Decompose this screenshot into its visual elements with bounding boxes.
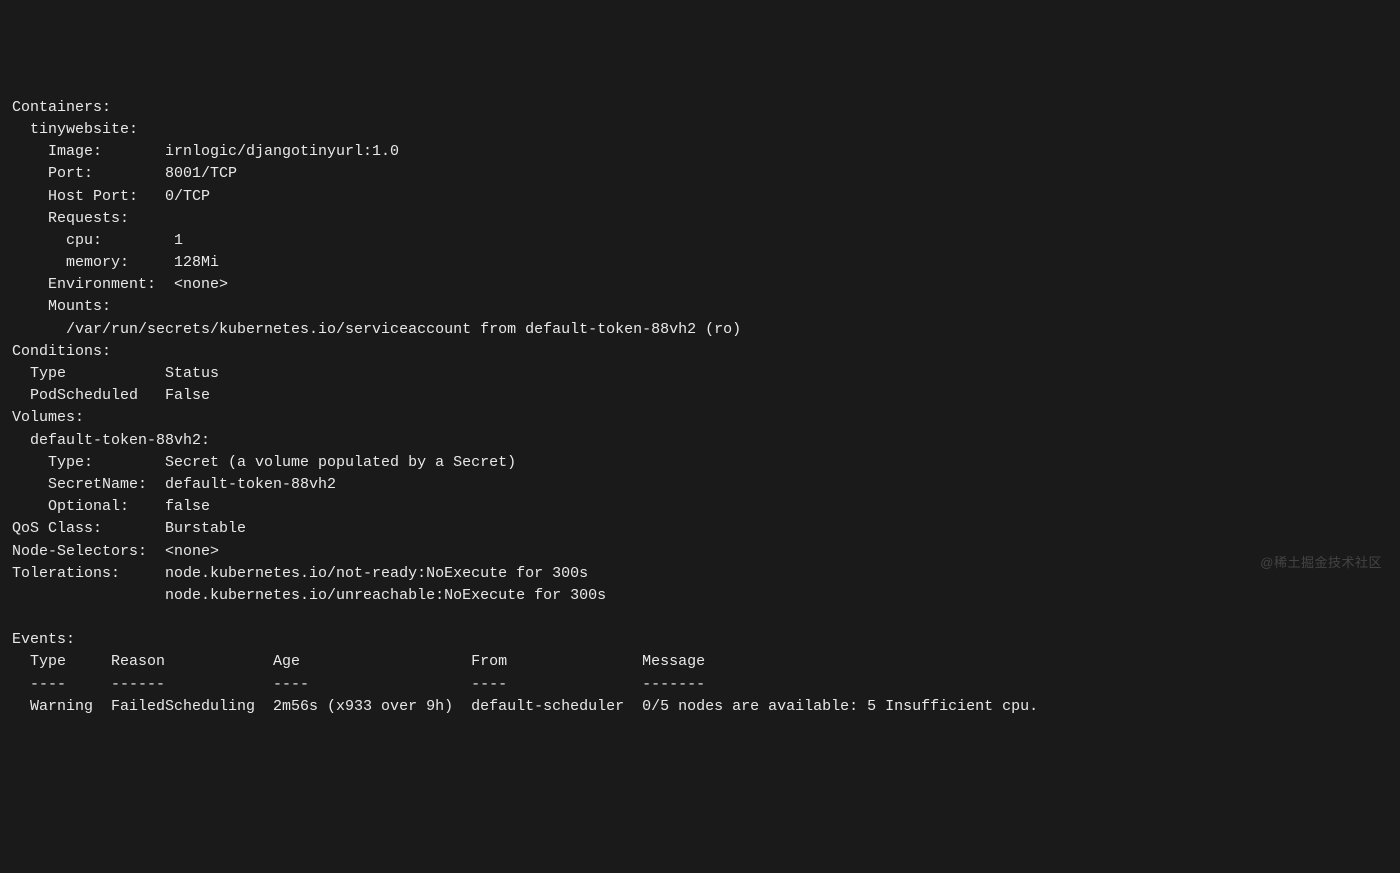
events-header: Events: [12, 631, 75, 648]
events-columns: Type Reason Age From Message [12, 653, 705, 670]
container-name: tinywebsite: [12, 121, 138, 138]
volumes-header: Volumes: [12, 409, 84, 426]
tolerations-line-1: Tolerations: node.kubernetes.io/not-read… [12, 565, 588, 582]
events-divider: ---- ------ ---- ---- ------- [12, 676, 705, 693]
environment-line: Environment: <none> [12, 276, 228, 293]
requests-header: Requests: [12, 210, 129, 227]
mounts-path: /var/run/secrets/kubernetes.io/serviceac… [12, 321, 741, 338]
container-host-port: Host Port: 0/TCP [12, 188, 210, 205]
volume-type: Type: Secret (a volume populated by a Se… [12, 454, 516, 471]
volume-optional: Optional: false [12, 498, 210, 515]
events-row: Warning FailedScheduling 2m56s (x933 ove… [12, 698, 1038, 715]
container-image: Image: irnlogic/djangotinyurl:1.0 [12, 143, 399, 160]
terminal-output: Containers: tinywebsite: Image: irnlogic… [12, 97, 1388, 718]
volume-secret-name: SecretName: default-token-88vh2 [12, 476, 336, 493]
conditions-row: PodScheduled False [12, 387, 210, 404]
container-port: Port: 8001/TCP [12, 165, 237, 182]
qos-class: QoS Class: Burstable [12, 520, 246, 537]
containers-header: Containers: [12, 99, 111, 116]
node-selectors: Node-Selectors: <none> [12, 543, 219, 560]
conditions-columns: Type Status [12, 365, 219, 382]
tolerations-line-2: node.kubernetes.io/unreachable:NoExecute… [12, 587, 606, 604]
conditions-header: Conditions: [12, 343, 111, 360]
requests-cpu: cpu: 1 [12, 232, 183, 249]
volume-name: default-token-88vh2: [12, 432, 210, 449]
mounts-header: Mounts: [12, 298, 111, 315]
requests-memory: memory: 128Mi [12, 254, 219, 271]
